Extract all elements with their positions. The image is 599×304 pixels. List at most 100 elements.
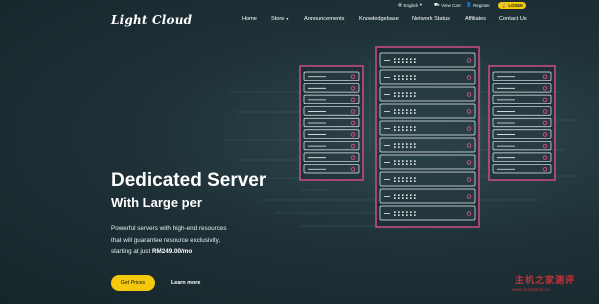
nav-network-status[interactable]: Network Status — [412, 16, 450, 24]
server-unit-vent — [394, 211, 396, 213]
server-unit-vent — [410, 214, 412, 216]
server-unit-vent — [406, 129, 408, 131]
hero-subtitle: With Large per — [111, 195, 202, 210]
server-unit-vent — [406, 214, 408, 216]
server-unit-vent — [402, 126, 404, 128]
server-unit-vent — [410, 61, 412, 63]
server-unit — [492, 83, 552, 93]
server-unit-vent — [406, 126, 408, 128]
server-unit-vent — [414, 95, 416, 97]
server-unit-vent — [414, 163, 416, 165]
server-unit-vent — [406, 61, 408, 63]
server-unit-vent — [406, 78, 408, 80]
server-unit-vent — [410, 112, 412, 114]
server-unit-vent — [394, 160, 396, 162]
server-unit-vent — [410, 129, 412, 131]
server-unit — [379, 86, 476, 102]
chevron-down-icon: ▾ — [419, 2, 422, 7]
server-unit-vent — [402, 211, 404, 213]
server-unit-vent — [398, 129, 400, 131]
server-unit-vent — [406, 75, 408, 77]
nav-store[interactable]: Store ▾ — [271, 16, 288, 24]
server-unit-vent — [414, 129, 416, 131]
server-unit-vent — [394, 58, 396, 60]
server-unit-vent — [414, 112, 416, 114]
server-unit-vent — [406, 194, 408, 196]
left-server-rack — [299, 65, 364, 181]
lock-icon: 🔒 — [501, 2, 507, 8]
server-unit — [492, 71, 552, 81]
view-cart-link[interactable]: ⛟ View Cart — [434, 2, 461, 9]
hero-description: Powerful servers with high-end resources… — [111, 223, 227, 258]
server-unit-vent — [410, 143, 412, 145]
server-unit-vent — [414, 160, 416, 162]
server-unit — [492, 140, 552, 151]
server-unit-vent — [394, 214, 396, 216]
language-selector[interactable]: ◍ English ▾ — [398, 2, 422, 8]
server-unit-vent — [398, 143, 400, 145]
server-unit-vent — [414, 177, 416, 179]
right-server-rack — [488, 65, 556, 181]
server-unit-vent — [406, 92, 408, 94]
server-unit-vent — [398, 177, 400, 179]
server-unit — [492, 94, 552, 105]
server-unit-vent — [394, 143, 396, 145]
server-unit — [379, 154, 476, 170]
server-unit-vent — [402, 160, 404, 162]
nav-announcements[interactable]: Announcements — [304, 16, 344, 24]
server-unit-vent — [398, 211, 400, 213]
server-unit-vent — [406, 109, 408, 111]
server-unit-vent — [410, 197, 412, 199]
server-unit-vent — [402, 109, 404, 111]
hero-title: Dedicated Server — [111, 170, 267, 191]
server-unit — [303, 152, 360, 162]
server-unit-vent — [398, 146, 400, 148]
server-unit — [492, 106, 552, 116]
chevron-down-icon: ▾ — [286, 16, 289, 21]
server-unit-vent — [406, 146, 408, 148]
hero-desc-line-2: that will guarantee resource exclusivity… — [111, 236, 221, 244]
server-unit-vent — [402, 95, 404, 97]
server-unit-vent — [402, 75, 404, 77]
server-unit-vent — [410, 126, 412, 128]
server-unit-vent — [402, 180, 404, 182]
server-unit-vent — [402, 92, 404, 94]
login-button[interactable]: 🔒 LOGIN — [498, 2, 526, 9]
server-unit-vent — [394, 95, 396, 97]
hero-desc-line-1: Powerful servers with high-end resources — [111, 225, 227, 232]
server-unit — [303, 129, 360, 139]
server-unit — [303, 140, 360, 151]
server-unit-vent — [410, 177, 412, 179]
server-unit-vent — [402, 197, 404, 199]
login-label: LOGIN — [508, 3, 523, 8]
register-link[interactable]: 👤 Register — [466, 2, 490, 8]
get-prices-button[interactable]: Get Prices — [111, 275, 155, 291]
nav-affiliates[interactable]: Affiliates — [465, 16, 486, 24]
server-unit-vent — [394, 75, 396, 77]
server-unit-vent — [410, 92, 412, 94]
server-unit-vent — [414, 92, 416, 94]
server-unit — [303, 117, 360, 128]
nav-contact-us[interactable]: Contact Us — [499, 16, 527, 24]
server-unit-vent — [398, 197, 400, 199]
server-unit-vent — [398, 112, 400, 114]
server-unit-vent — [398, 61, 400, 63]
server-unit-vent — [398, 180, 400, 182]
nav-home[interactable]: Home — [242, 16, 257, 24]
server-unit-vent — [414, 58, 416, 60]
server-unit-vent — [414, 211, 416, 213]
server-unit-vent — [398, 58, 400, 60]
user-plus-icon: 👤 — [466, 2, 472, 7]
server-unit-vent — [414, 180, 416, 182]
server-unit-vent — [410, 109, 412, 111]
server-unit-vent — [398, 95, 400, 97]
server-unit — [379, 137, 476, 153]
learn-more-link[interactable]: Learn more — [171, 280, 200, 286]
nav-knowledgebase[interactable]: Knowledgebase — [359, 16, 399, 24]
server-unit — [379, 120, 476, 136]
server-unit-vent — [394, 112, 396, 114]
server-unit-vent — [394, 78, 396, 80]
site-logo[interactable]: Light Cloud — [111, 13, 192, 27]
server-unit-vent — [398, 126, 400, 128]
server-unit-vent — [406, 58, 408, 60]
